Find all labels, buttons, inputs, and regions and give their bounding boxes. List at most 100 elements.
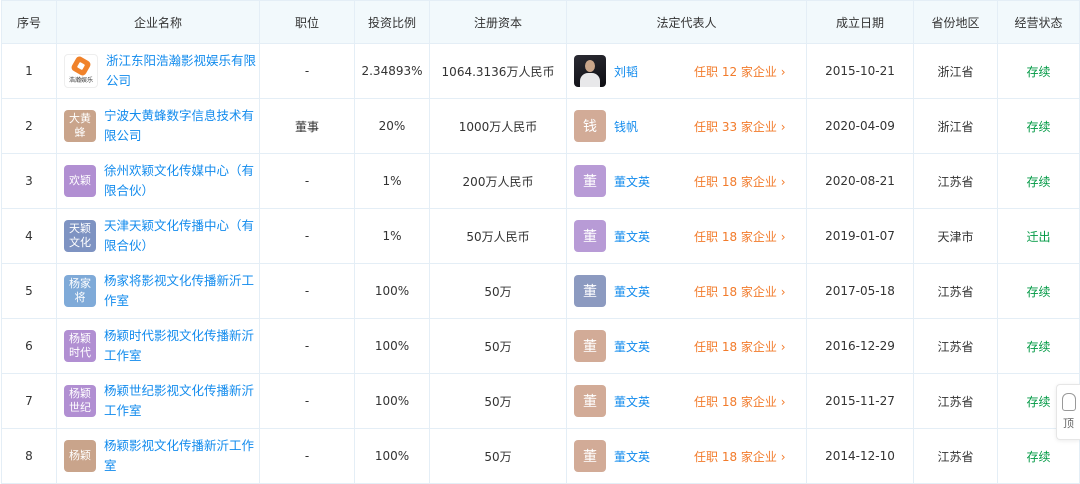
rep-name-link[interactable]: 董文英 bbox=[614, 338, 684, 355]
founded-date-cell: 2015-11-27 bbox=[806, 373, 914, 429]
company-name-link[interactable]: 徐州欢颖文化传媒中心（有限合伙） bbox=[104, 161, 258, 201]
rep-avatar: 董 bbox=[574, 440, 606, 472]
company-cell: 欢颖 徐州欢颖文化传媒中心（有限合伙） bbox=[56, 153, 260, 209]
column-header: 职位 bbox=[259, 0, 355, 44]
capital-cell: 200万人民币 bbox=[429, 153, 567, 209]
legal-rep-cell: 董 董文英 任职 18 家企业 › bbox=[566, 318, 807, 374]
back-to-top-button[interactable]: 顶 bbox=[1056, 384, 1080, 440]
status-cell: 存续 bbox=[997, 263, 1080, 319]
legal-rep-cell: 董 董文英 任职 18 家企业 › bbox=[566, 263, 807, 319]
rep-avatar: 董 bbox=[574, 165, 606, 197]
region-cell: 江苏省 bbox=[913, 153, 998, 209]
position-cell: 董事 bbox=[259, 98, 355, 154]
rep-name-link[interactable]: 董文英 bbox=[614, 228, 684, 245]
legal-rep-cell: 董 董文英 任职 18 家企业 › bbox=[566, 208, 807, 264]
company-name-link[interactable]: 杨颖影视文化传播新沂工作室 bbox=[104, 436, 258, 476]
rep-roles-link[interactable]: 任职 18 家企业 › bbox=[694, 448, 786, 465]
row-number: 4 bbox=[1, 208, 57, 264]
rep-name-link[interactable]: 董文英 bbox=[614, 448, 684, 465]
capital-cell: 1000万人民币 bbox=[429, 98, 567, 154]
table-row: 5 杨家将 杨家将影视文化传播新沂工作室 - 100% 50万 董 董文英 任职… bbox=[1, 263, 1080, 319]
rep-roles-link[interactable]: 任职 18 家企业 › bbox=[694, 173, 786, 190]
capital-cell: 50万 bbox=[429, 428, 567, 484]
company-logo: 欢颖 bbox=[64, 165, 96, 197]
column-header: 省份地区 bbox=[913, 0, 998, 44]
legal-rep-cell: 董 董文英 任职 18 家企业 › bbox=[566, 428, 807, 484]
table-row: 7 杨颖世纪 杨颖世纪影视文化传播新沂工作室 - 100% 50万 董 董文英 … bbox=[1, 373, 1080, 429]
rep-name-link[interactable]: 董文英 bbox=[614, 283, 684, 300]
position-cell: - bbox=[259, 373, 355, 429]
rep-avatar: 钱 bbox=[574, 110, 606, 142]
capital-cell: 50万 bbox=[429, 263, 567, 319]
rep-roles-link[interactable]: 任职 18 家企业 › bbox=[694, 283, 786, 300]
rep-roles-link[interactable]: 任职 18 家企业 › bbox=[694, 393, 786, 410]
legal-rep-cell: 董 董文英 任职 18 家企业 › bbox=[566, 153, 807, 209]
company-name-link[interactable]: 杨家将影视文化传播新沂工作室 bbox=[104, 271, 258, 311]
position-cell: - bbox=[259, 428, 355, 484]
status-cell: 存续 bbox=[997, 318, 1080, 374]
logo-caption: 浩瀚娱乐 bbox=[68, 76, 93, 84]
capital-cell: 50万人民币 bbox=[429, 208, 567, 264]
position-cell: - bbox=[259, 263, 355, 319]
ratio-cell: 100% bbox=[354, 263, 430, 319]
status-cell: 迁出 bbox=[997, 208, 1080, 264]
status-cell: 存续 bbox=[997, 43, 1080, 99]
position-cell: - bbox=[259, 318, 355, 374]
region-cell: 江苏省 bbox=[913, 318, 998, 374]
table-header: 序号 企业名称 职位 投资比例 注册资本 法定代表人 成立日期 省份地区 经营状态 bbox=[1, 0, 1080, 44]
founded-date-cell: 2020-08-21 bbox=[806, 153, 914, 209]
region-cell: 浙江省 bbox=[913, 98, 998, 154]
company-name-link[interactable]: 天津天颖文化传播中心（有限合伙） bbox=[104, 216, 258, 256]
rep-avatar: 董 bbox=[574, 330, 606, 362]
region-cell: 浙江省 bbox=[913, 43, 998, 99]
rep-avatar: 董 bbox=[574, 385, 606, 417]
rep-avatar: 董 bbox=[574, 220, 606, 252]
legal-rep-cell: 刘韬 任职 12 家企业 › bbox=[566, 43, 807, 99]
position-cell: - bbox=[259, 43, 355, 99]
table-row: 4 天颖文化 天津天颖文化传播中心（有限合伙） - 1% 50万人民币 董 董文… bbox=[1, 208, 1080, 264]
column-header: 法定代表人 bbox=[566, 0, 807, 44]
company-name-link[interactable]: 浙江东阳浩瀚影视娱乐有限公司 bbox=[106, 51, 258, 91]
ratio-cell: 20% bbox=[354, 98, 430, 154]
rep-roles-link[interactable]: 任职 18 家企业 › bbox=[694, 338, 786, 355]
region-cell: 江苏省 bbox=[913, 263, 998, 319]
founded-date-cell: 2014-12-10 bbox=[806, 428, 914, 484]
rep-name-link[interactable]: 董文英 bbox=[614, 393, 684, 410]
rocket-icon bbox=[1061, 393, 1076, 411]
capital-cell: 1064.3136万人民币 bbox=[429, 43, 567, 99]
founded-date-cell: 2016-12-29 bbox=[806, 318, 914, 374]
position-cell: - bbox=[259, 153, 355, 209]
company-name-link[interactable]: 杨颖时代影视文化传播新沂工作室 bbox=[104, 326, 258, 366]
column-header: 注册资本 bbox=[429, 0, 567, 44]
investment-table: 序号 企业名称 职位 投资比例 注册资本 法定代表人 成立日期 省份地区 经营状态 1 浩瀚娱乐… bbox=[1, 0, 1080, 484]
rep-roles-link[interactable]: 任职 12 家企业 › bbox=[694, 63, 786, 80]
rep-name-link[interactable]: 刘韬 bbox=[614, 63, 684, 80]
column-header: 成立日期 bbox=[806, 0, 914, 44]
company-name-link[interactable]: 杨颖世纪影视文化传播新沂工作室 bbox=[104, 381, 258, 421]
ratio-cell: 100% bbox=[354, 373, 430, 429]
column-header: 序号 bbox=[1, 0, 57, 44]
founded-date-cell: 2019-01-07 bbox=[806, 208, 914, 264]
rep-avatar bbox=[574, 55, 606, 87]
table-row: 6 杨颖时代 杨颖时代影视文化传播新沂工作室 - 100% 50万 董 董文英 … bbox=[1, 318, 1080, 374]
founded-date-cell: 2020-04-09 bbox=[806, 98, 914, 154]
status-cell: 存续 bbox=[997, 153, 1080, 209]
row-number: 3 bbox=[1, 153, 57, 209]
ratio-cell: 1% bbox=[354, 153, 430, 209]
company-cell: 杨颖时代 杨颖时代影视文化传播新沂工作室 bbox=[56, 318, 260, 374]
rep-avatar: 董 bbox=[574, 275, 606, 307]
company-logo: 杨颖世纪 bbox=[64, 385, 96, 417]
rep-roles-link[interactable]: 任职 33 家企业 › bbox=[694, 118, 786, 135]
rep-name-link[interactable]: 钱帆 bbox=[614, 118, 684, 135]
company-logo: 杨颖 bbox=[64, 440, 96, 472]
company-cell: 杨颖世纪 杨颖世纪影视文化传播新沂工作室 bbox=[56, 373, 260, 429]
company-name-link[interactable]: 宁波大黄蜂数字信息技术有限公司 bbox=[104, 106, 258, 146]
company-logo: 浩瀚娱乐 bbox=[64, 54, 98, 88]
rep-name-link[interactable]: 董文英 bbox=[614, 173, 684, 190]
rep-roles-link[interactable]: 任职 18 家企业 › bbox=[694, 228, 786, 245]
company-logo: 大黄蜂 bbox=[64, 110, 96, 142]
position-cell: - bbox=[259, 208, 355, 264]
region-cell: 天津市 bbox=[913, 208, 998, 264]
table-row: 2 大黄蜂 宁波大黄蜂数字信息技术有限公司 董事 20% 1000万人民币 钱 … bbox=[1, 98, 1080, 154]
logo-mark-icon bbox=[70, 54, 92, 77]
